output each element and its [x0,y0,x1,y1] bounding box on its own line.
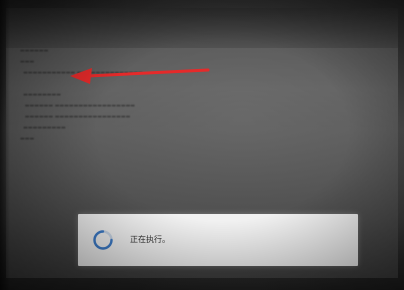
log-line: ▬▬▬▬▬▬▬▬ [20,92,61,98]
log-line: ▬▬▬▬▬▬ [20,48,49,54]
log-line: ▬▬▬▬▬▬▬▬▬ [20,125,66,131]
console-log: ▬▬▬▬▬▬ ▬▬▬ ▬▬▬▬▬▬▬▬▬▬▬ ▬▬▬▬▬▬▬▬▬▬▬▬▬▬ ▬▬… [20,46,270,145]
progress-dialog: 正在执行。 [78,214,358,266]
screen-top-shadow [6,8,398,48]
loading-spinner-icon [93,230,113,250]
log-line: ▬▬▬ [20,136,35,142]
photo-of-screen: ▬▬▬▬▬▬ ▬▬▬ ▬▬▬▬▬▬▬▬▬▬▬ ▬▬▬▬▬▬▬▬▬▬▬▬▬▬ ▬▬… [0,0,404,290]
red-arrow-icon [70,68,210,84]
photo-edge-shadow [0,0,10,290]
status-text: 正在执行。 [130,235,170,244]
log-line: ▬▬▬▬▬▬ ▬▬▬▬▬▬▬▬▬▬▬▬▬▬▬▬▬ [20,103,136,109]
log-line: ▬▬▬▬▬▬ ▬▬▬▬▬▬▬▬▬▬▬▬▬▬▬▬ [20,114,131,120]
